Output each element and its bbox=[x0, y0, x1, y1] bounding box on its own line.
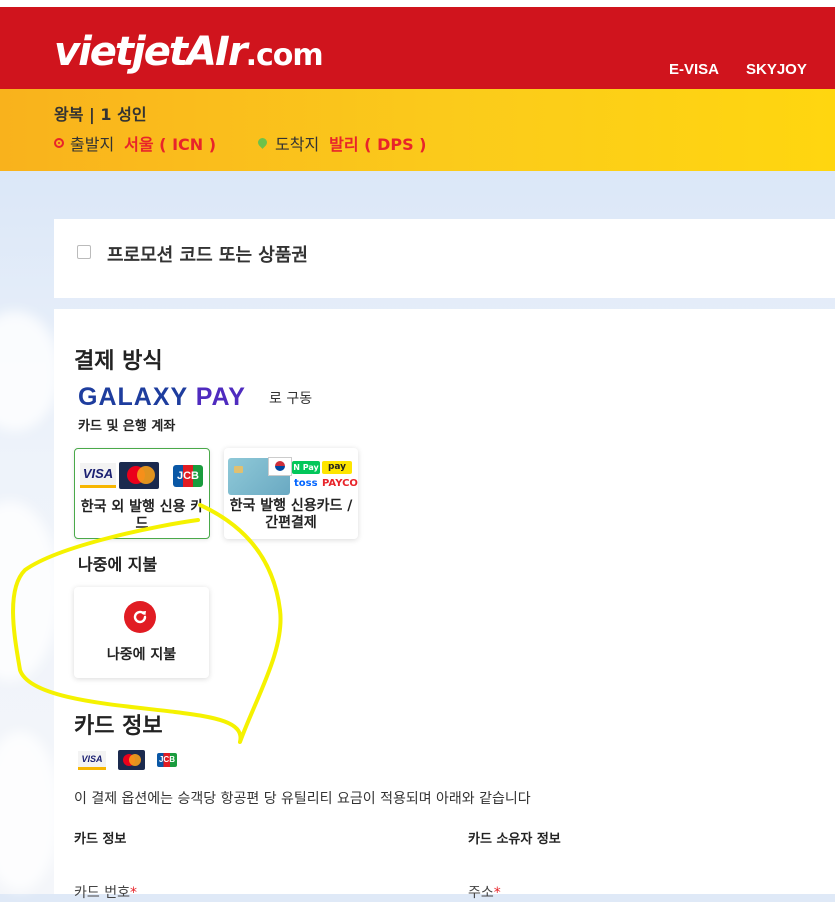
cloud-decoration bbox=[0, 311, 60, 431]
top-strip bbox=[0, 0, 835, 7]
location-pin-icon bbox=[258, 138, 267, 149]
utility-fee-note: 이 결제 옵션에는 승객당 항공편 당 유틸리티 요금이 적용되며 아래와 같습… bbox=[74, 791, 531, 807]
payment-title: 결제 방식 bbox=[74, 349, 163, 374]
option-international-label: 한국 외 발행 신용 카드 bbox=[80, 499, 204, 532]
origin-label: 출발지 bbox=[70, 135, 115, 154]
kakaopay-icon: pay bbox=[322, 461, 352, 474]
origin-city: 서울 ( ICN ) bbox=[124, 135, 217, 154]
address-label: 주소* bbox=[468, 885, 501, 901]
destination-label: 도착지 bbox=[275, 135, 320, 154]
logo-suffix: .com bbox=[245, 38, 324, 73]
trip-summary-bar: 왕복 | 1 성인 출발지 서울 ( ICN ) 도착지 발리 ( DPS ) bbox=[0, 89, 835, 171]
visa-icon: VISA bbox=[80, 463, 116, 488]
payment-card: 결제 방식 GALAXY PAY 로 구동 카드 및 은행 계좌 VISA JC… bbox=[54, 309, 835, 901]
logo-text: vietjetAIr bbox=[54, 29, 248, 75]
card-info-brand-logos: VISA JCB bbox=[78, 750, 177, 770]
toss-icon: toss bbox=[294, 478, 318, 489]
jcb-icon: JCB bbox=[173, 464, 203, 487]
powered-by-text: 로 구동 bbox=[269, 391, 313, 407]
payco-icon: PAYCO bbox=[322, 478, 358, 489]
mastercard-small-icon bbox=[118, 750, 145, 770]
option-korean-card[interactable]: N Pay pay toss PAYCO 한국 발행 신용카드 / 간편결제 bbox=[224, 448, 358, 539]
galaxy-text: GALAXY bbox=[78, 383, 188, 411]
trip-type: 왕복 | 1 성인 bbox=[54, 105, 147, 124]
origin-dot-icon bbox=[54, 138, 64, 148]
promo-checkbox[interactable] bbox=[77, 245, 91, 259]
promo-card: 프로모션 코드 또는 상품권 bbox=[54, 219, 835, 298]
cloud-decoration bbox=[0, 501, 60, 681]
option-international-card[interactable]: VISA JCB 한국 외 발행 신용 카드 bbox=[74, 448, 210, 539]
korea-flag-icon bbox=[268, 457, 292, 476]
card-info-column-header: 카드 정보 bbox=[74, 832, 127, 847]
pay-later-section-label: 나중에 지불 bbox=[78, 555, 158, 574]
option-korean-label: 한국 발행 신용카드 / 간편결제 bbox=[229, 498, 353, 531]
origin: 출발지 서울 ( ICN ) bbox=[54, 131, 216, 155]
promo-label[interactable]: 프로모션 코드 또는 상품권 bbox=[107, 241, 308, 267]
option-pay-later-label: 나중에 지불 bbox=[106, 647, 177, 663]
cloud-decoration bbox=[0, 731, 60, 891]
refresh-icon bbox=[124, 601, 156, 633]
destination: 도착지 발리 ( DPS ) bbox=[258, 131, 426, 155]
cardholder-column-header: 카드 소유자 정보 bbox=[468, 832, 561, 847]
mastercard-icon bbox=[119, 462, 159, 489]
visa-small-icon: VISA bbox=[78, 750, 106, 770]
destination-city: 발리 ( DPS ) bbox=[329, 135, 427, 154]
npay-icon: N Pay bbox=[292, 461, 320, 474]
nav-evisa[interactable]: E-VISA bbox=[669, 61, 719, 78]
jcb-small-icon: JCB bbox=[157, 753, 177, 767]
site-header: vietjetAIr.com E-VISA SKYJOY bbox=[0, 7, 835, 89]
card-number-label: 카드 번호* bbox=[74, 885, 137, 901]
vietjet-logo[interactable]: vietjetAIr.com bbox=[54, 29, 324, 79]
option-pay-later[interactable]: 나중에 지불 bbox=[74, 587, 209, 678]
card-brand-logos: VISA JCB bbox=[80, 462, 203, 489]
cards-section-label: 카드 및 은행 계좌 bbox=[78, 419, 176, 434]
pay-text: PAY bbox=[195, 383, 246, 411]
card-info-title: 카드 정보 bbox=[74, 714, 163, 739]
nav-skyjoy[interactable]: SKYJOY bbox=[746, 61, 807, 78]
galaxy-pay-logo: GALAXY PAY bbox=[78, 383, 246, 412]
